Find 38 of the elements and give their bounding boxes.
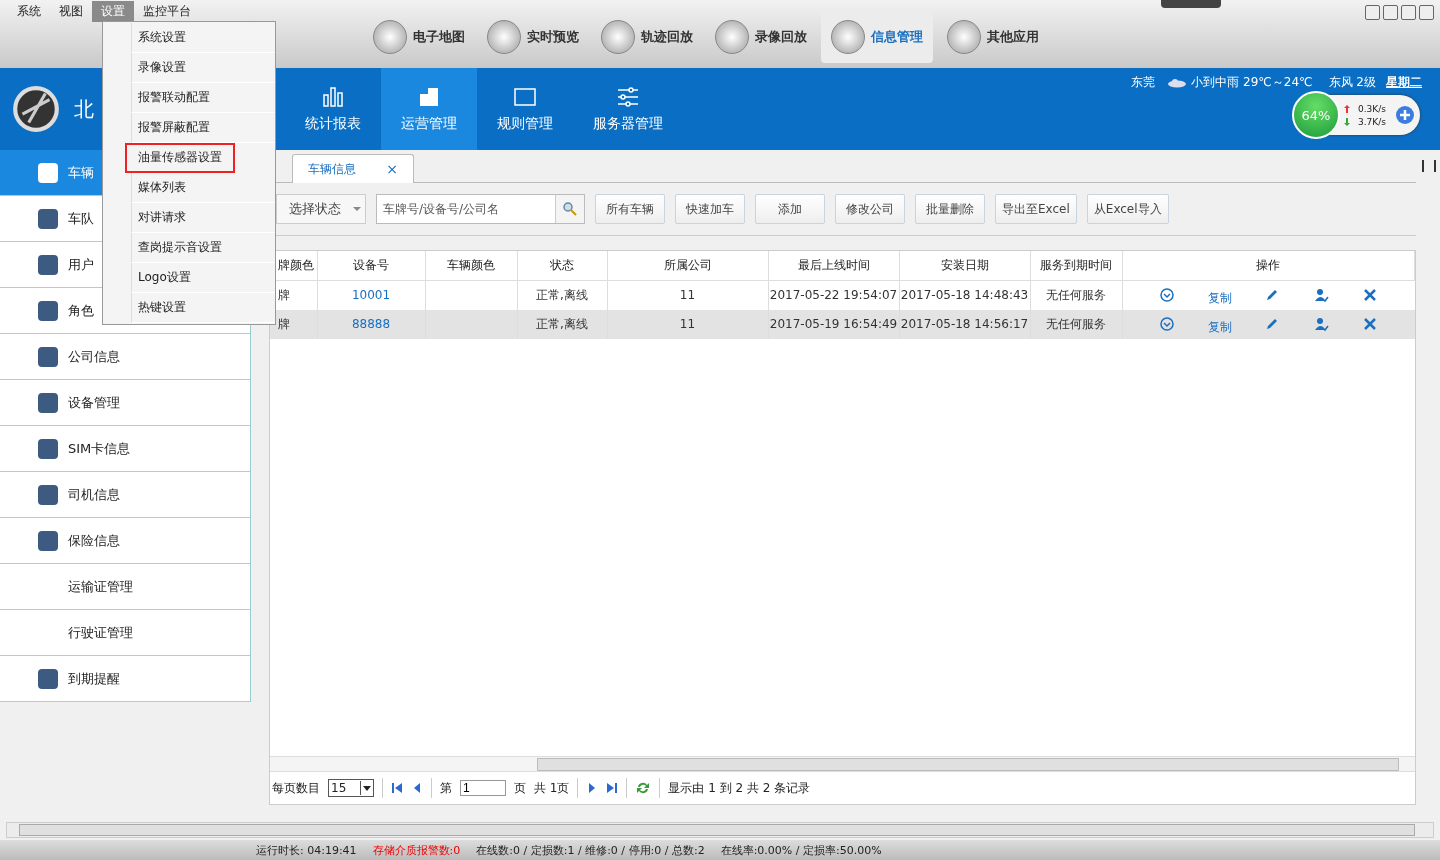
usage-gauge: 64% [1292, 91, 1340, 139]
table-cell: 88888 [351, 317, 391, 331]
table-cell: 正常,离线 [536, 287, 588, 302]
page-label: 第 [440, 779, 452, 797]
vehicle-counts-text: 在线数:0 / 定损数:1 / 维修:0 / 停用:0 / 总数:2 [476, 842, 705, 858]
table-cell: 牌 [278, 287, 290, 302]
table-cell: 2017-05-22 19:54:07 [769, 288, 898, 302]
column-header: 设备号 [317, 251, 425, 280]
record-summary: 显示由 1 到 2 共 2 条记录 [668, 779, 811, 797]
table-cell: 11 [679, 288, 696, 302]
page-label: 页 [514, 779, 526, 797]
total-pages: 共 1页 [534, 779, 570, 797]
table-cell: 无任何服务 [1046, 316, 1106, 331]
table-cell: 2017-05-18 14:48:43 [900, 288, 1029, 302]
column-header: 状态 [517, 251, 607, 280]
table-cell: 10001 [351, 288, 391, 302]
column-header: 操作 [1122, 251, 1415, 280]
column-header: 服务到期时间 [1030, 251, 1122, 280]
forecast-text: 小到中雨 29℃～24℃ [1191, 74, 1313, 91]
runtime-text: 运行时长: 04:19:41 [256, 842, 357, 858]
column-header: 所属公司 [607, 251, 768, 280]
table-cell: 无任何服务 [1046, 287, 1106, 302]
table-cell: 2017-05-19 16:54:49 [769, 317, 898, 331]
wind-text: 东风 2级 [1328, 74, 1376, 91]
column-header: 车辆颜色 [425, 251, 517, 280]
upload-rate: 0.3K/s [1358, 103, 1386, 114]
table-cell: 11 [679, 317, 696, 331]
per-page-label: 每页数目 [272, 779, 320, 797]
column-header: 最后上线时间 [768, 251, 899, 280]
table-cell: 2017-05-18 14:56:17 [900, 317, 1029, 331]
storage-alarm-text: 存储介质报警数:0 [372, 842, 461, 858]
column-header: 安装日期 [899, 251, 1030, 280]
rates-text: 在线率:0.00% / 定损率:50.00% [720, 842, 882, 858]
table-cell: 牌 [278, 316, 290, 331]
table-cell: 正常,离线 [536, 316, 588, 331]
download-rate: 3.7K/s [1358, 116, 1386, 127]
app-title: 北 [74, 95, 94, 123]
city-text: 东莞 [1131, 74, 1156, 91]
